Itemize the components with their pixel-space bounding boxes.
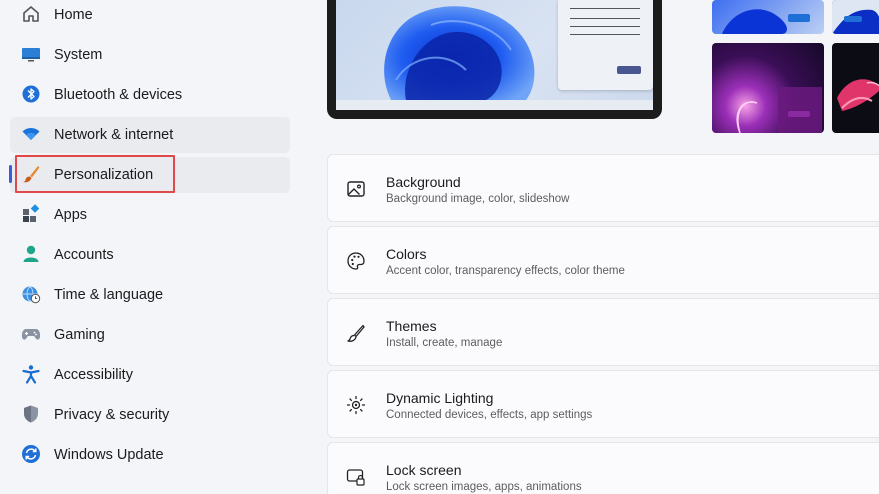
setting-card-themes[interactable]: Themes Install, create, manage xyxy=(327,298,879,366)
sidebar-item-privacy-security[interactable]: Privacy & security xyxy=(10,397,290,433)
wifi-icon xyxy=(20,123,42,145)
setting-title: Background xyxy=(386,174,461,190)
setting-card-background[interactable]: Background Background image, color, slid… xyxy=(327,154,879,222)
globe-clock-icon xyxy=(20,283,42,305)
setting-description: Lock screen images, apps, animations xyxy=(386,481,582,493)
theme-thumbnail[interactable] xyxy=(712,43,824,133)
sidebar-item-label: Privacy & security xyxy=(54,407,170,423)
navigation-sidebar: Home System Bluetooth & devices Network … xyxy=(0,0,300,494)
sidebar-item-label: Home xyxy=(54,7,93,23)
setting-description: Accent color, transparency effects, colo… xyxy=(386,265,625,277)
sidebar-item-network[interactable]: Network & internet xyxy=(10,117,290,153)
sidebar-item-windows-update[interactable]: Windows Update xyxy=(10,437,290,473)
sidebar-item-home[interactable]: Home xyxy=(10,0,290,33)
preview-button xyxy=(617,66,641,74)
sidebar-item-accounts[interactable]: Accounts xyxy=(10,237,290,273)
sidebar-item-label: Apps xyxy=(54,207,88,223)
theme-thumbnail[interactable] xyxy=(832,43,879,133)
sidebar-item-apps[interactable]: Apps xyxy=(10,197,290,233)
bluetooth-icon xyxy=(20,83,42,105)
sidebar-item-system[interactable]: System xyxy=(10,37,290,73)
preview-taskbar xyxy=(336,100,653,110)
setting-title: Lock screen xyxy=(386,462,462,478)
selection-indicator xyxy=(9,165,12,183)
sidebar-item-label: Time & language xyxy=(54,287,164,303)
shield-icon xyxy=(20,403,42,425)
theme-thumbnail[interactable] xyxy=(832,0,879,34)
sidebar-item-label: System xyxy=(54,47,103,63)
sidebar-item-label: Bluetooth & devices xyxy=(54,87,183,103)
monitor-icon xyxy=(20,43,42,65)
setting-card-dynamic-lighting[interactable]: Dynamic Lighting Connected devices, effe… xyxy=(327,370,879,438)
sidebar-item-label: Network & internet xyxy=(54,127,174,143)
sidebar-item-personalization[interactable]: Personalization xyxy=(10,157,290,193)
setting-title: Dynamic Lighting xyxy=(386,390,494,406)
lighting-icon xyxy=(346,395,366,415)
sidebar-item-label: Accounts xyxy=(54,247,114,263)
sidebar-item-label: Accessibility xyxy=(54,367,133,383)
setting-title: Themes xyxy=(386,318,437,334)
gamepad-icon xyxy=(20,323,42,345)
brush-icon xyxy=(346,323,366,343)
theme-thumbnail[interactable] xyxy=(712,0,824,34)
palette-icon xyxy=(346,251,366,271)
accessibility-icon xyxy=(20,363,42,385)
update-icon xyxy=(20,443,42,465)
apps-icon xyxy=(20,203,42,225)
home-icon xyxy=(20,3,42,25)
preview-window xyxy=(558,0,653,90)
setting-description: Install, create, manage xyxy=(386,337,503,349)
sidebar-item-label: Windows Update xyxy=(54,447,164,463)
theme-preview xyxy=(327,0,662,119)
sidebar-item-accessibility[interactable]: Accessibility xyxy=(10,357,290,393)
sidebar-item-label: Gaming xyxy=(54,327,105,343)
sidebar-item-gaming[interactable]: Gaming xyxy=(10,317,290,353)
sidebar-item-time-language[interactable]: Time & language xyxy=(10,277,290,313)
sidebar-item-label: Personalization xyxy=(54,167,154,183)
setting-description: Connected devices, effects, app settings xyxy=(386,409,593,421)
setting-card-colors[interactable]: Colors Accent color, transparency effect… xyxy=(327,226,879,294)
setting-card-lock-screen[interactable]: Lock screen Lock screen images, apps, an… xyxy=(327,442,879,494)
image-icon xyxy=(346,179,366,199)
paintbrush-icon xyxy=(20,163,42,185)
setting-description: Background image, color, slideshow xyxy=(386,193,570,205)
sidebar-item-bluetooth[interactable]: Bluetooth & devices xyxy=(10,77,290,113)
preview-wallpaper xyxy=(336,0,653,100)
setting-title: Colors xyxy=(386,246,427,262)
person-icon xyxy=(20,243,42,265)
lock-screen-icon xyxy=(346,467,366,487)
